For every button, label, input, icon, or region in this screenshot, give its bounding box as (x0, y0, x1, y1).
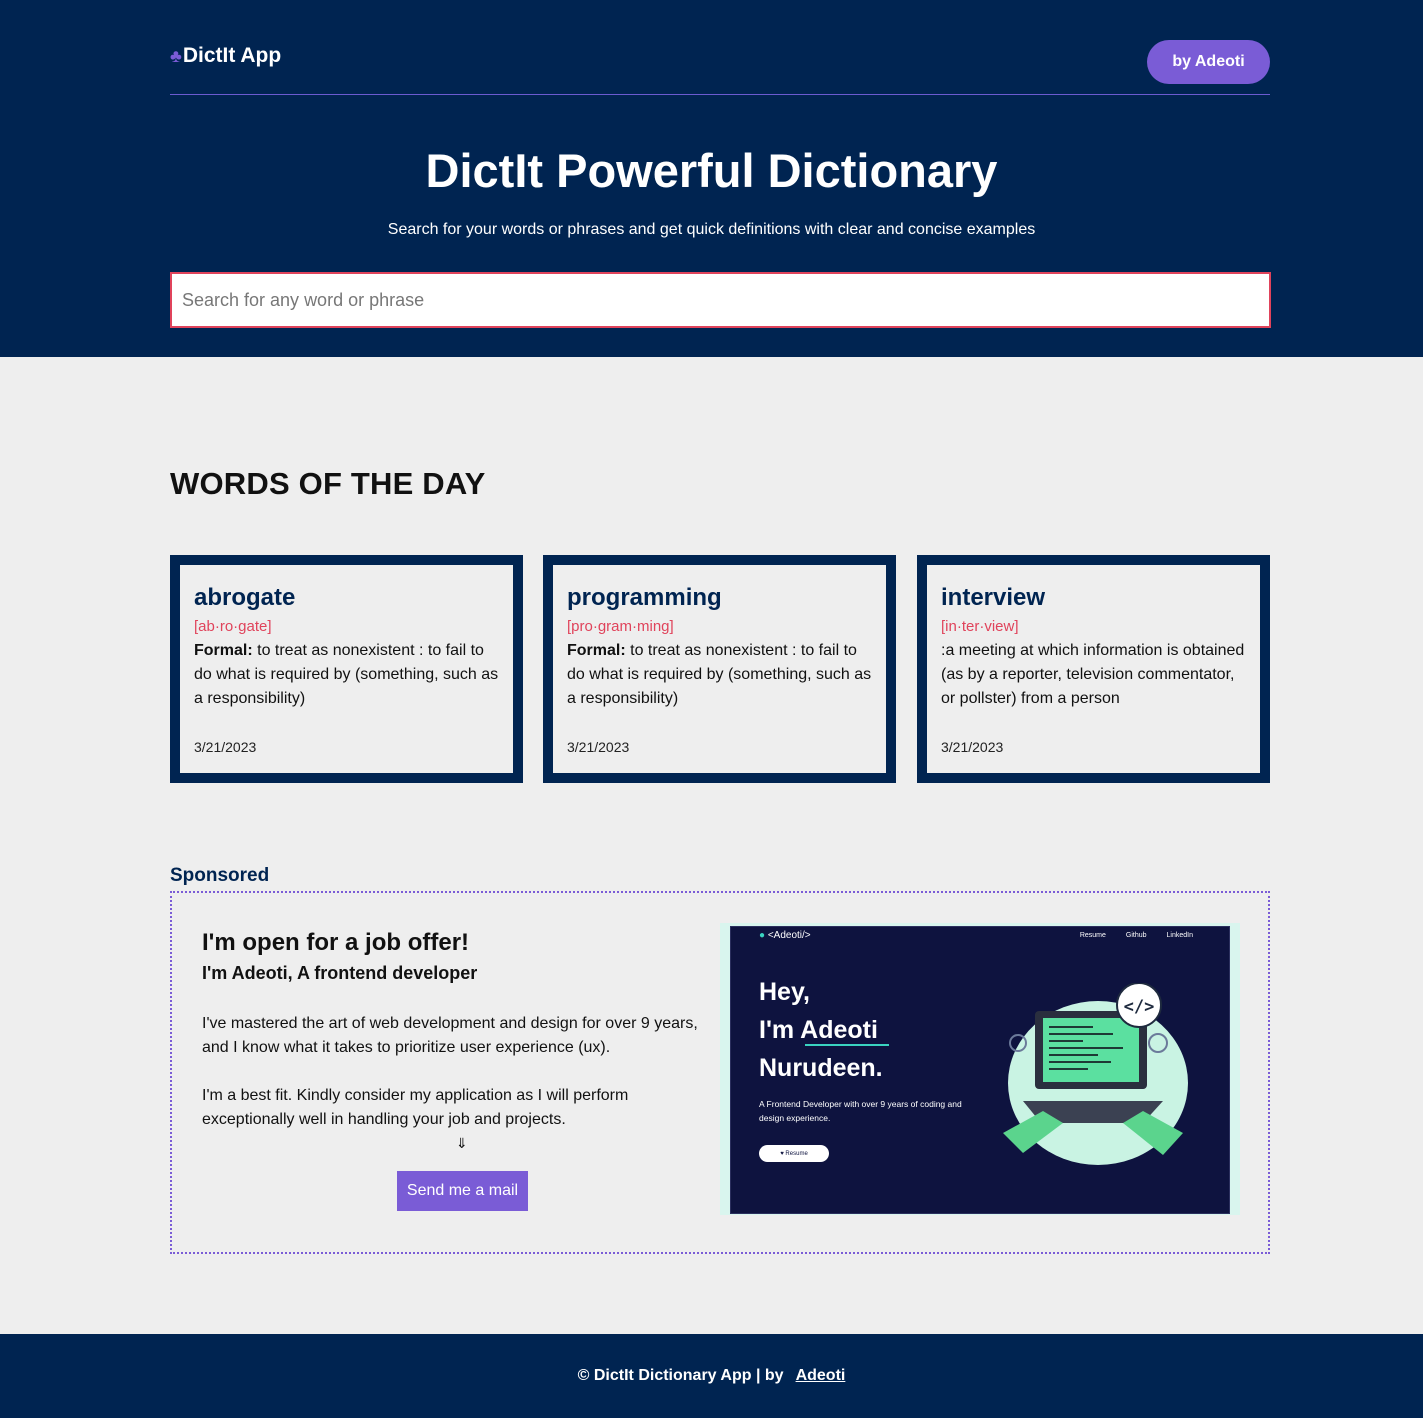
word-pronunciation: [pro·gram·ming] (567, 618, 674, 635)
words-of-the-day-title: WORDS OF THE DAY (170, 466, 486, 501)
down-arrow-icon: ⇓ (456, 1135, 468, 1151)
navbar: ♣ DictIt App by Adeoti (170, 0, 1270, 95)
preview-underline (805, 1044, 889, 1046)
word-definition: :a meeting at which information is obtai… (941, 639, 1246, 711)
search-input[interactable] (170, 272, 1271, 328)
sponsor-paragraph: I've mastered the art of web development… (202, 1015, 698, 1056)
sponsor-paragraph: I'm a best fit. Kindly consider my appli… (202, 1087, 629, 1128)
sponsored-box: I'm open for a job offer! I'm Adeoti, A … (170, 891, 1270, 1254)
preview-greeting: Hey, I'm Adeoti Nurudeen. (759, 978, 883, 1082)
app-name: DictIt App (182, 44, 282, 67)
sponsor-subheading: I'm Adeoti, A frontend developer (202, 963, 478, 983)
developer-laptop-illustration-icon: </> (1003, 983, 1188, 1165)
word-definition: Formal: to treat as nonexistent : to fai… (194, 639, 499, 711)
svg-text:</>: </> (1124, 997, 1155, 1017)
word-pronunciation: [ab·ro·gate] (194, 618, 272, 635)
author-button[interactable]: by Adeoti (1147, 40, 1270, 84)
page-subtitle: Search for your words or phrases and get… (387, 221, 1036, 238)
word-date: 3/21/2023 (194, 739, 257, 755)
send-mail-button[interactable]: Send me a mail (397, 1171, 528, 1211)
word-title: programming (567, 584, 722, 611)
hero-section: ♣ DictIt App by Adeoti DictIt Powerful D… (0, 0, 1423, 357)
sponsor-heading: I'm open for a job offer! (202, 929, 470, 956)
definition-text: :a meeting at which information is obtai… (941, 642, 1245, 707)
app-logo[interactable]: ♣ DictIt App (170, 44, 281, 68)
footer-author-link[interactable]: Adeoti (796, 1367, 846, 1385)
club-icon: ♣ (170, 45, 182, 66)
preview-logo: ● <Adeoti/> (759, 930, 811, 941)
footer: © DictIt Dictionary App | by Adeoti (0, 1334, 1423, 1418)
preview-nav-link: Github (1125, 932, 1147, 939)
word-card[interactable]: interview [in·ter·view] :a meeting at wh… (917, 555, 1270, 783)
sponsored-label: Sponsored (170, 865, 270, 886)
word-card[interactable]: abrogate [ab·ro·gate] Formal: to treat a… (170, 555, 523, 783)
definition-label: Formal: (194, 642, 253, 659)
preview-nav-link: Resume (1079, 932, 1106, 939)
word-definition: Formal: to treat as nonexistent : to fai… (567, 639, 872, 711)
page-title: DictIt Powerful Dictionary (425, 144, 998, 197)
portfolio-preview: ● <Adeoti/> Resume Github LinkedIn Hey, … (730, 926, 1230, 1214)
definition-label: Formal: (567, 642, 626, 659)
preview-nav-link: LinkedIn (1166, 932, 1193, 939)
word-card[interactable]: programming [pro·gram·ming] Formal: to t… (543, 555, 896, 783)
preview-resume-button: ♥ Resume (759, 1145, 829, 1162)
word-pronunciation: [in·ter·view] (941, 618, 1019, 635)
preview-description: A Frontend Developer with over 9 years o… (759, 1099, 962, 1123)
word-title: abrogate (194, 584, 296, 611)
preview-nav: Resume Github LinkedIn (1080, 932, 1193, 939)
word-title: interview (941, 584, 1046, 611)
word-date: 3/21/2023 (567, 739, 630, 755)
footer-text: © DictIt Dictionary App | by (577, 1367, 784, 1384)
portfolio-preview-image[interactable]: ● <Adeoti/> Resume Github LinkedIn Hey, … (720, 923, 1240, 1215)
word-date: 3/21/2023 (941, 739, 1004, 755)
